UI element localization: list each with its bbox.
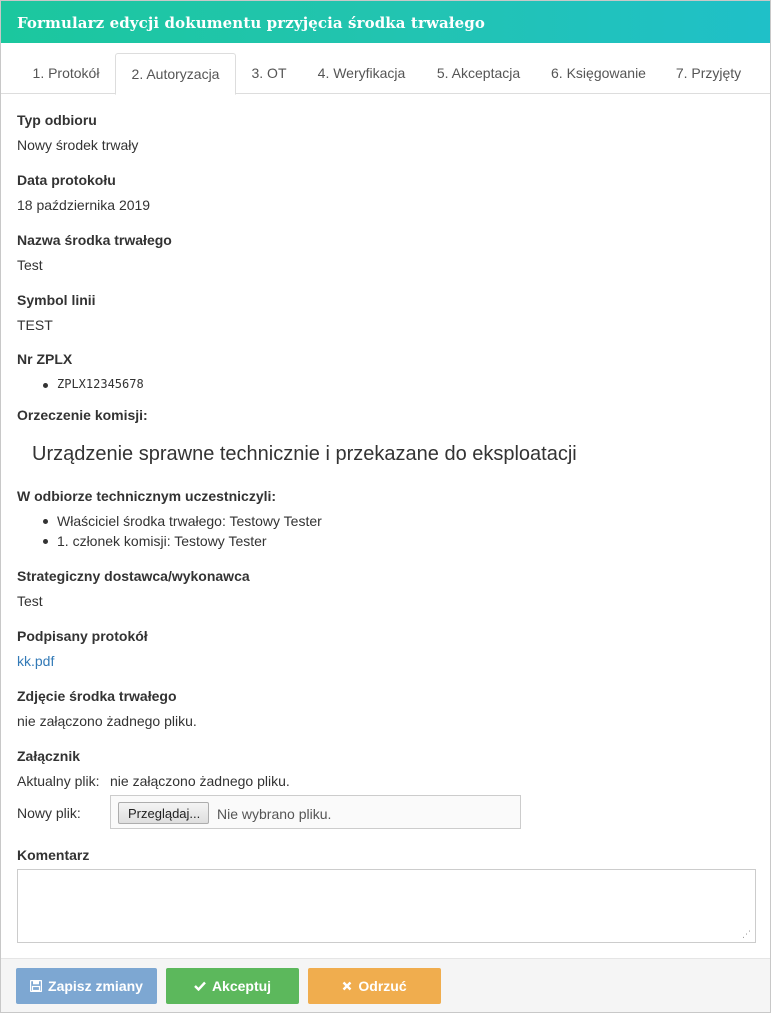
line-symbol-value: TEST <box>17 317 53 333</box>
zplx-list-item: ZPLX12345678 <box>43 377 144 391</box>
tab-weryfikacja[interactable]: 4. Weryfikacja <box>302 53 421 94</box>
zplx-label: Nr ZPLX <box>17 351 73 367</box>
resize-grip-icon[interactable]: ⋰ <box>742 929 752 939</box>
floppy-disk-icon <box>29 978 43 994</box>
receipt-type-value: Nowy środek trwały <box>17 137 139 153</box>
asset-photo-value: nie załączono żadnego pliku. <box>17 713 197 729</box>
supplier-label: Strategiczny dostawca/wykonawca <box>17 568 250 584</box>
participant-item: Właściciel środka trwałego: Testowy Test… <box>43 513 322 529</box>
browse-button[interactable]: Przeglądaj... <box>118 802 210 824</box>
signed-protocol-link[interactable]: kk.pdf <box>17 653 54 669</box>
accept-button[interactable]: Akceptuj <box>166 968 299 1004</box>
reject-button-label: Odrzuć <box>358 978 407 994</box>
line-symbol-label: Symbol linii <box>17 292 96 308</box>
tab-autoryzacja[interactable]: 2. Autoryzacja <box>115 53 236 95</box>
protocol-date-value: 18 października 2019 <box>17 197 151 213</box>
commission-verdict-label: Orzeczenie komisji: <box>17 407 148 423</box>
tab-ot[interactable]: 3. OT <box>236 53 302 94</box>
check-icon <box>194 978 206 994</box>
tab-akceptacja[interactable]: 5. Akceptacja <box>421 53 536 94</box>
edit-form-dialog: Formularz edycji dokumentu przyjęcia śro… <box>0 0 771 1013</box>
participants-label: W odbiorze technicznym uczestniczyli: <box>17 488 277 504</box>
signed-protocol-label: Podpisany protokół <box>17 628 148 644</box>
protocol-date-label: Data protokołu <box>17 172 116 188</box>
dialog-footer: Zapisz zmiany Akceptuj Odrzuć <box>1 958 770 1012</box>
tab-przyjety[interactable]: 7. Przyjęty <box>661 53 756 94</box>
asset-name-value: Test <box>17 257 43 273</box>
asset-name-label: Nazwa środka trwałego <box>17 232 172 248</box>
dialog-title: Formularz edycji dokumentu przyjęcia śro… <box>1 1 770 43</box>
no-file-text: Nie wybrano pliku. <box>217 806 332 822</box>
tab-protokol[interactable]: 1. Protokół <box>17 53 115 94</box>
receipt-type-label: Typ odbioru <box>17 112 97 128</box>
file-input[interactable]: Przeglądaj... Nie wybrano pliku. <box>110 795 521 829</box>
save-button[interactable]: Zapisz zmiany <box>16 968 157 1004</box>
tab-ksiegowanie[interactable]: 6. Księgowanie <box>536 53 661 94</box>
reject-button[interactable]: Odrzuć <box>308 968 441 1004</box>
comment-textarea[interactable] <box>17 869 756 943</box>
asset-photo-label: Zdjęcie środka trwałego <box>17 688 177 704</box>
current-file-label: Aktualny plik: <box>17 773 100 789</box>
comment-label: Komentarz <box>17 847 90 863</box>
accept-button-label: Akceptuj <box>211 978 272 994</box>
current-file-value: nie załączono żadnego pliku. <box>110 773 290 789</box>
tab-bar: 1. Protokół 2. Autoryzacja 3. OT 4. Wery… <box>1 43 770 95</box>
commission-verdict-value: Urządzenie sprawne technicznie i przekaz… <box>32 443 577 465</box>
supplier-value: Test <box>17 593 43 609</box>
save-button-label: Zapisz zmiany <box>48 978 143 994</box>
new-file-label: Nowy plik: <box>17 805 81 821</box>
attachment-label: Załącznik <box>17 748 81 764</box>
participant-item: 1. członek komisji: Testowy Tester <box>43 533 267 549</box>
x-icon <box>342 978 352 994</box>
